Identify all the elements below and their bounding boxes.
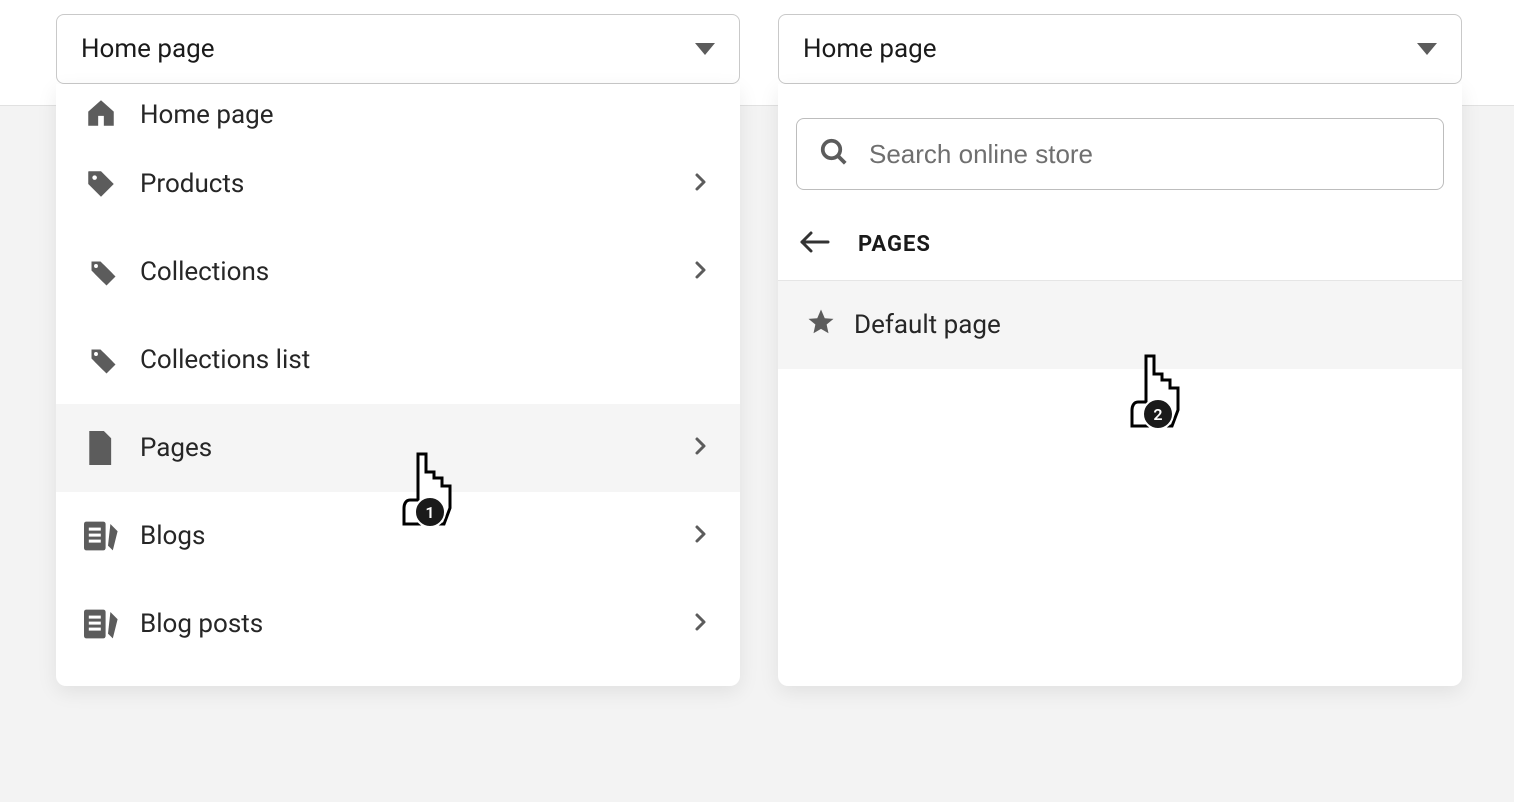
menu-item-blog-posts[interactable]: Blog posts: [56, 580, 740, 668]
chevron-right-icon: [688, 258, 712, 286]
menu-item-pages[interactable]: Pages: [56, 404, 740, 492]
menu-item-label: Collections: [140, 257, 688, 287]
section-label: PAGES: [858, 232, 931, 257]
star-icon: [806, 307, 836, 344]
dropdown-panel-right: PAGES Default page: [778, 84, 1462, 686]
chevron-right-icon: [688, 610, 712, 638]
search-icon: [819, 137, 849, 171]
blog-icon: [84, 519, 132, 553]
chevron-right-icon: [688, 522, 712, 550]
menu-item-home-page[interactable]: Home page: [56, 84, 740, 140]
blog-post-icon: [84, 607, 132, 641]
menu-item-label: Products: [140, 169, 688, 199]
menu-item-collections[interactable]: Collections: [56, 228, 740, 316]
caret-down-icon: [695, 43, 715, 55]
chevron-right-icon: [688, 170, 712, 198]
page-selector-right[interactable]: Home page: [778, 14, 1462, 84]
page-selector-left-label: Home page: [81, 34, 215, 64]
page-selector-left[interactable]: Home page: [56, 14, 740, 84]
caret-down-icon: [1417, 43, 1437, 55]
menu-item-label: Blog posts: [140, 609, 688, 639]
sub-item-label: Default page: [854, 310, 1001, 340]
menu-item-blogs[interactable]: Blogs: [56, 492, 740, 580]
home-icon: [84, 96, 132, 130]
tag-icon: [84, 167, 132, 201]
search-input-container[interactable]: [796, 118, 1444, 190]
back-button[interactable]: PAGES: [778, 208, 1462, 281]
menu-item-collections-list[interactable]: Collections list: [56, 316, 740, 404]
chevron-right-icon: [688, 434, 712, 462]
tags-icon: [84, 342, 132, 378]
tags-icon: [84, 254, 132, 290]
search-wrap: [778, 84, 1462, 208]
page-selector-right-label: Home page: [803, 34, 937, 64]
menu-list: Home page Products Collections Col: [56, 84, 740, 668]
search-input[interactable]: [869, 139, 1421, 170]
arrow-left-icon: [798, 230, 832, 258]
menu-item-label: Home page: [140, 100, 712, 130]
menu-item-label: Blogs: [140, 521, 688, 551]
menu-item-label: Pages: [140, 433, 688, 463]
sub-item-default-page[interactable]: Default page: [778, 281, 1462, 369]
page-icon: [84, 431, 132, 465]
menu-item-products[interactable]: Products: [56, 140, 740, 228]
menu-item-label: Collections list: [140, 345, 712, 375]
dropdown-panel-left: Home page Products Collections Col: [56, 84, 740, 686]
